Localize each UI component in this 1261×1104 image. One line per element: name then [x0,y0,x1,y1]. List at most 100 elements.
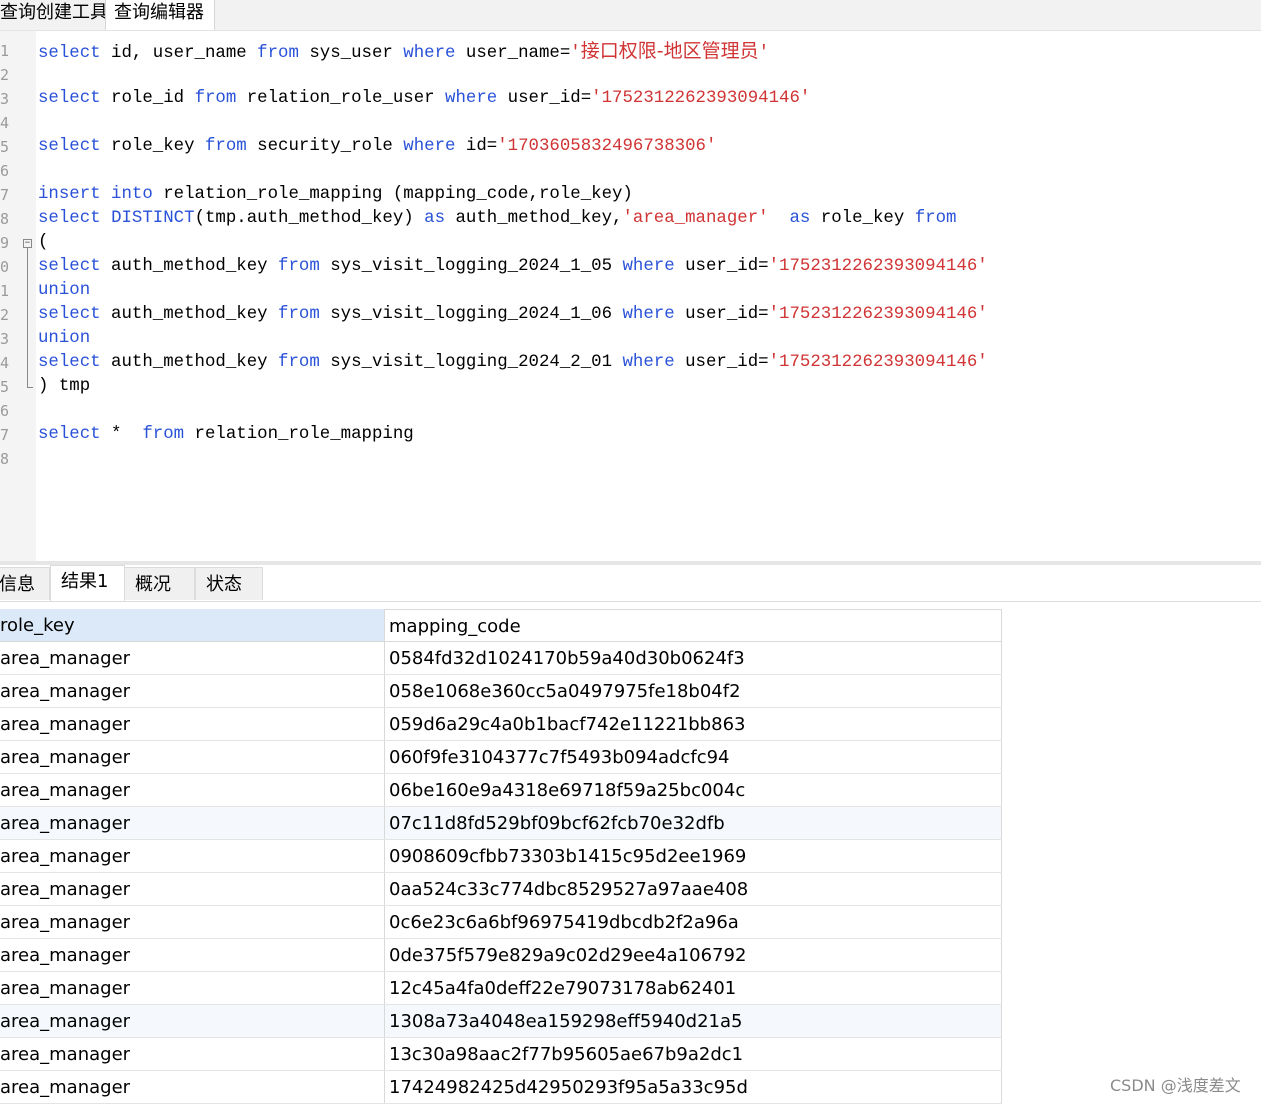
code-line[interactable]: union [38,279,90,303]
code-line[interactable]: select id, user_name from sys_user where… [38,39,769,63]
cell-role-key[interactable]: area_manager [0,873,385,905]
sql-text: sys_visit_logging_2024_1_05 [319,257,623,276]
sql-keyword: from [142,425,185,444]
cell-role-key[interactable]: area_manager [0,708,385,740]
line-number: 2 [0,66,10,84]
cell-mapping-code[interactable]: 13c30a98aac2f77b95605ae67b9a2dc1 [385,1038,1002,1070]
cell-mapping-code[interactable]: 07c11d8fd529bf09bcf62fcb70e32dfb [385,807,1002,839]
fold-collapse-icon[interactable]: − [23,239,32,248]
table-row[interactable]: area_manager 0908609cfbb73303b1415c95d2ee… [0,840,1002,873]
cell-mapping-code[interactable]: 0c6e23c6a6bf96975419dbcdb2f2a96a [385,906,1002,938]
sql-text: user_id= [674,353,769,372]
cell-mapping-code[interactable]: 06be160e9a4318e69718f59a25bc004c [385,774,1002,806]
sql-text: auth_method_key [100,257,279,276]
fold-guide-line [27,248,28,387]
column-header-mapping-code[interactable]: mapping_code [385,609,1002,642]
sql-string: '1752312262393094146' [591,89,811,108]
code-line[interactable]: select role_id from relation_role_user w… [38,87,810,111]
cell-role-key[interactable]: area_manager [0,972,385,1004]
cell-mapping-code[interactable]: 12c45a4fa0deff22e79073178ab62401 [385,972,1002,1004]
line-number: 4 [0,114,10,132]
sql-string: '1703605832496738306' [497,137,717,156]
cell-role-key[interactable]: area_manager [0,642,385,674]
line-number: 4 [0,354,10,372]
cell-mapping-code[interactable]: 060f9fe3104377c7f5493b094adcfc94 [385,741,1002,773]
cell-role-key[interactable]: area_manager [0,675,385,707]
cell-role-key[interactable]: area_manager [0,906,385,938]
line-number: 5 [0,378,10,396]
sql-string: ' [758,44,770,63]
result-tab-strip: 信息 概况 状态 结果1 [0,565,1261,602]
sql-text: relation_role_mapping [184,425,414,444]
sql-keyword: insert into [38,185,153,204]
code-line[interactable]: union [38,327,90,351]
table-row[interactable]: area_manager 0de375f579e829a9c02d29ee4a10… [0,939,1002,972]
table-row[interactable]: area_manager 0584fd32d1024170b59a40d30b06… [0,642,1002,675]
line-number: 7 [0,426,10,444]
sql-editor[interactable]: 1 2 3 4 5 6 7 8 9 0 1 2 3 4 5 6 7 8 − select id, user_name… [0,31,1261,561]
table-row[interactable]: area_manager 17424982425d42950293f95a5a33… [0,1071,1002,1104]
cell-mapping-code[interactable]: 0584fd32d1024170b59a40d30b0624f3 [385,642,1002,674]
sql-text: sys_visit_logging_2024_2_01 [319,353,623,372]
code-line[interactable]: select * from relation_role_mapping [38,423,414,447]
sql-text: role_id [100,89,195,108]
table-row[interactable]: area_manager 0c6e23c6a6bf96975419dbcdb2f2… [0,906,1002,939]
cell-role-key[interactable]: area_manager [0,774,385,806]
table-row[interactable]: area_manager 07c11d8fd529bf09bcf62fcb70e3… [0,807,1002,840]
sql-keyword: as [789,209,811,228]
cell-mapping-code[interactable]: 058e1068e360cc5a0497975fe18b04f2 [385,675,1002,707]
code-line[interactable]: select auth_method_key from sys_visit_lo… [38,255,988,279]
sql-keyword: select [38,44,101,63]
code-line[interactable]: ( [38,231,48,255]
sql-keyword: where [403,137,456,156]
table-row[interactable]: area_manager 060f9fe3104377c7f5493b094adc… [0,741,1002,774]
tab-result1[interactable]: 结果1 [50,565,125,601]
line-number: 0 [0,258,10,276]
tab-status[interactable]: 状态 [195,567,263,600]
grid-rows: area_manager 0584fd32d1024170b59a40d30b06… [0,642,1002,1104]
table-row[interactable]: area_manager 12c45a4fa0deff22e79073178ab6… [0,972,1002,1005]
tab-query-builder[interactable]: 查询创建工具 [0,0,108,30]
cell-mapping-code[interactable]: 0908609cfbb73303b1415c95d2ee1969 [385,840,1002,872]
table-row[interactable]: area_manager 059d6a29c4a0b1bacf742e11221b… [0,708,1002,741]
cell-mapping-code[interactable]: 17424982425d42950293f95a5a33c95d [385,1071,1002,1103]
line-number: 3 [0,330,10,348]
table-row[interactable]: area_manager 058e1068e360cc5a0497975fe18b… [0,675,1002,708]
cell-role-key[interactable]: area_manager [0,840,385,872]
tab-overview[interactable]: 概况 [124,567,195,600]
cell-mapping-code[interactable]: 0de375f579e829a9c02d29ee4a106792 [385,939,1002,971]
table-row[interactable]: area_manager 13c30a98aac2f77b95605ae67b9a… [0,1038,1002,1071]
tab-query-editor[interactable]: 查询编辑器 [105,0,215,30]
cell-role-key[interactable]: area_manager [0,1038,385,1070]
sql-keyword: from [278,353,320,372]
cell-mapping-code[interactable]: 1308a73a4048ea159298eff5940d21a5 [385,1005,1002,1037]
code-line[interactable]: select auth_method_key from sys_visit_lo… [38,303,988,327]
code-line[interactable]: insert into relation_role_mapping (mappi… [38,183,633,207]
sql-keyword: union [38,329,91,348]
sql-keyword: where [622,305,675,324]
sql-text: relation_role_mapping (mapping_code,role… [152,185,633,204]
code-line[interactable]: ) tmp [38,375,90,399]
code-line[interactable]: select auth_method_key from sys_visit_lo… [38,351,988,375]
column-header-role-key[interactable]: role_key [0,609,385,642]
cell-mapping-code[interactable]: 059d6a29c4a0b1bacf742e11221bb863 [385,708,1002,740]
code-line[interactable]: select role_key from security_role where… [38,135,716,159]
sql-text: user_id= [674,257,769,276]
code-line[interactable]: select DISTINCT(tmp.auth_method_key) as … [38,207,956,231]
tab-info[interactable]: 信息 [0,567,50,600]
cell-role-key[interactable]: area_manager [0,1071,385,1103]
cell-role-key[interactable]: area_manager [0,807,385,839]
line-number-gutter: 1 2 3 4 5 6 7 8 9 0 1 2 3 4 5 6 7 8 − [0,31,36,561]
sql-text: role_key [810,209,915,228]
table-row[interactable]: area_manager 06be160e9a4318e69718f59a25bc… [0,774,1002,807]
line-number: 1 [0,282,10,300]
sql-text: role_key [100,137,205,156]
cell-role-key[interactable]: area_manager [0,939,385,971]
cell-mapping-code[interactable]: 0aa524c33c774dbc8529527a97aae408 [385,873,1002,905]
cell-role-key[interactable]: area_manager [0,741,385,773]
cell-role-key[interactable]: area_manager [0,1005,385,1037]
line-number: 6 [0,162,10,180]
table-row[interactable]: area_manager 1308a73a4048ea159298eff5940d… [0,1005,1002,1038]
sql-text: id= [455,137,498,156]
table-row[interactable]: area_manager 0aa524c33c774dbc8529527a97aa… [0,873,1002,906]
